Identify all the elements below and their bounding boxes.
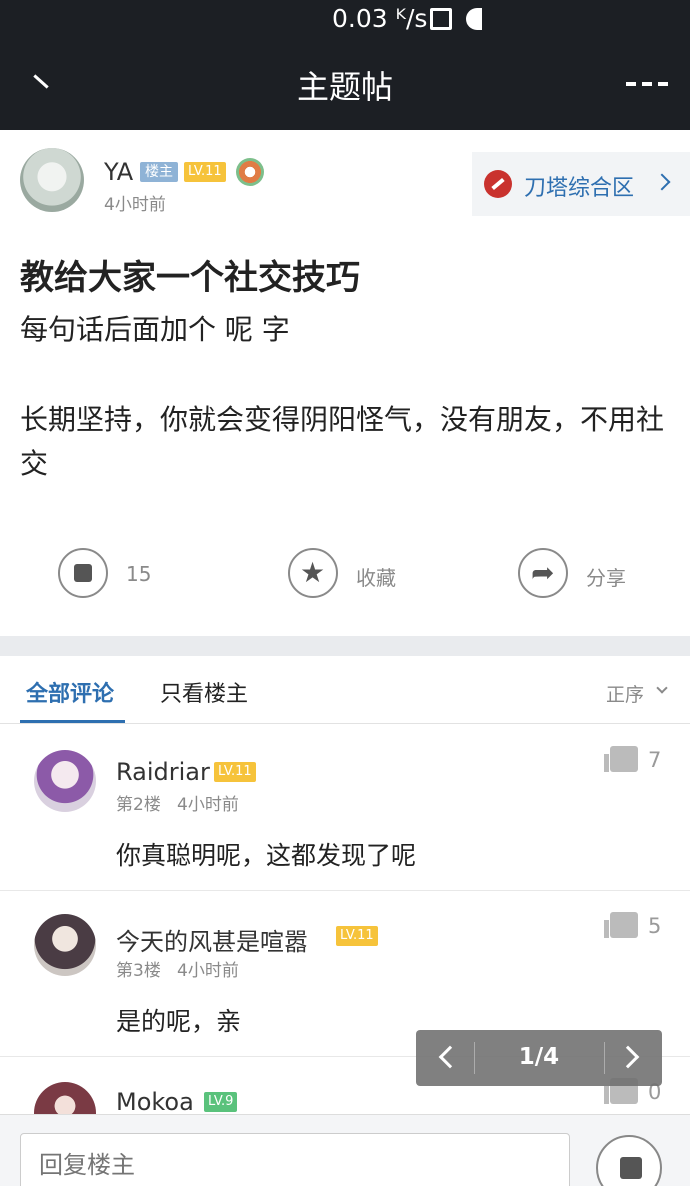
page-title: 主题帖 — [296, 68, 393, 106]
comment-level-badge: LV.11 — [336, 926, 378, 946]
section-divider — [0, 636, 690, 656]
comment-author[interactable]: 今天的风甚是喧嚣 — [116, 922, 308, 957]
post-time: 4小时前 — [104, 195, 166, 215]
comment-level-badge: LV.9 — [204, 1092, 238, 1112]
moon-icon — [466, 8, 482, 30]
thumbs-up-icon — [74, 564, 92, 582]
comment-floor: 第2楼 — [116, 795, 161, 815]
thumbs-up-icon[interactable] — [604, 912, 638, 938]
author-level-badge: LV.11 — [184, 162, 226, 182]
like-post-button[interactable] — [596, 1135, 662, 1186]
forum-link[interactable]: 刀塔综合区 — [472, 152, 690, 216]
title-bar: 主题帖 — [0, 44, 690, 130]
owner-badge: 楼主 — [140, 162, 178, 182]
star-icon: ★ — [300, 556, 326, 589]
image-pager: 1/4 — [416, 1030, 662, 1086]
tab-divider — [0, 723, 690, 724]
status-bar: 0.03 ᴷ/s — [0, 0, 690, 44]
vibrate-icon — [430, 8, 452, 30]
comment-author[interactable]: Raidriar — [116, 758, 210, 786]
more-icon[interactable] — [626, 82, 668, 86]
comment-like-count: 5 — [648, 914, 662, 938]
dota-icon — [484, 170, 512, 198]
network-speed: 0.03 ᴷ/s — [332, 4, 428, 33]
post-detail-screen: 0.03 ᴷ/s 主题帖 YA 楼主 LV.11 4小时前 刀塔综合区 教给大家… — [0, 0, 690, 1186]
reply-bar — [0, 1114, 690, 1186]
tab-owner-only[interactable]: 只看楼主 — [160, 676, 248, 708]
tab-all-comments[interactable]: 全部评论 — [26, 676, 114, 708]
share-icon: ➦ — [531, 556, 555, 589]
comment-meta: 第3楼 4小时前 — [116, 956, 239, 981]
chevron-right-icon — [653, 173, 671, 191]
comment-meta: 第2楼 4小时前 — [116, 790, 239, 815]
comment-avatar[interactable] — [34, 914, 96, 976]
comment-divider — [0, 890, 690, 891]
thumbs-up-icon — [620, 1157, 642, 1179]
share-button[interactable]: ➦ — [518, 548, 568, 598]
post-body-line: 长期坚持，你就会变得阴阳怪气，没有朋友，不用社交 — [20, 403, 665, 480]
comment-avatar[interactable] — [34, 750, 96, 812]
favorite-label[interactable]: 收藏 — [356, 562, 396, 591]
post-title: 教给大家一个社交技巧 — [20, 258, 360, 298]
chevron-down-icon[interactable] — [656, 682, 668, 694]
comment-time: 4小时前 — [177, 795, 239, 815]
comment-like-count: 7 — [648, 748, 662, 772]
medal-icon — [236, 158, 264, 186]
comment-level-badge: LV.11 — [214, 762, 256, 782]
comment-author[interactable]: Mokoa — [116, 1088, 194, 1116]
like-button[interactable] — [58, 548, 108, 598]
share-label[interactable]: 分享 — [586, 562, 626, 591]
like-count: 15 — [126, 562, 152, 586]
comment-text: 是的呢，亲 — [116, 1007, 242, 1036]
comment-text: 你真聪明呢，这都发现了呢 — [116, 841, 417, 870]
pager-divider — [604, 1042, 605, 1074]
thumbs-up-icon[interactable] — [604, 746, 638, 772]
post-body-line: 每句话后面加个 呢 字 — [20, 313, 290, 346]
forum-name: 刀塔综合区 — [524, 176, 635, 201]
favorite-button[interactable]: ★ — [288, 548, 338, 598]
sort-toggle[interactable]: 正序 — [606, 680, 644, 707]
reply-input[interactable] — [20, 1133, 570, 1186]
comment-floor: 第3楼 — [116, 961, 161, 981]
comment-time: 4小时前 — [177, 961, 239, 981]
author-name[interactable]: YA — [104, 158, 133, 186]
author-avatar[interactable] — [20, 148, 84, 212]
